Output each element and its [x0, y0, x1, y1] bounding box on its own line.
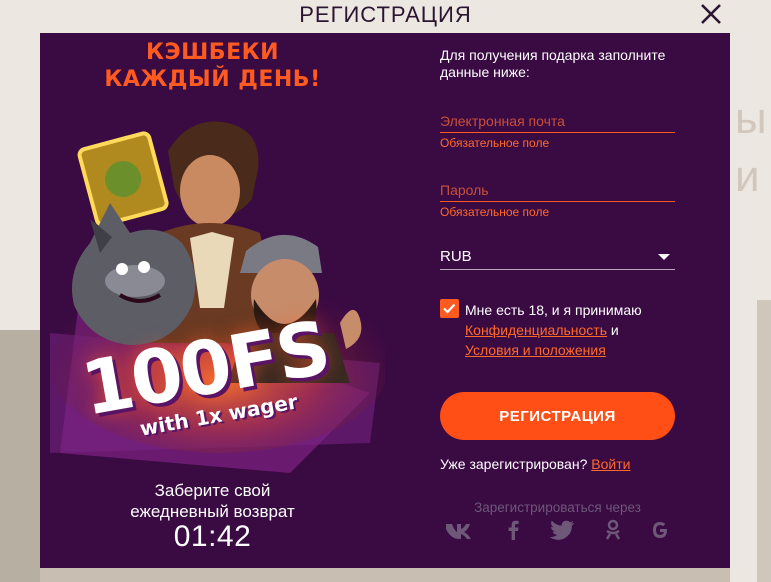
background-blurred-decor: ыи [735, 94, 767, 201]
promo-caption-line2: ежедневный возврат [130, 502, 295, 521]
twitter-icon[interactable] [550, 519, 576, 541]
terms-link[interactable]: Условия и положения [465, 342, 606, 358]
modal-header: РЕГИСТРАЦИЯ [0, 0, 771, 33]
social-signup-title: Зарегистрироваться через [474, 500, 641, 515]
password-field-group: Обязательное поле [440, 178, 675, 219]
login-prompt: Уже зарегистрирован? Войти [440, 456, 630, 472]
email-field-group: Обязательное поле [440, 109, 675, 150]
password-field[interactable] [440, 178, 675, 202]
promo-caption: Заберите свой ежедневный возврат [40, 480, 385, 522]
golden-card-icon [77, 131, 169, 227]
promo-headline-line1: КЭШБЕКИ [146, 40, 279, 65]
promo-headline: КЭШБЕКИ КАЖДЫЙ ДЕНЬ! [40, 39, 385, 93]
modal-title: РЕГИСТРАЦИЯ [299, 2, 472, 27]
consent-text-main: Мне есть 18, и я принимаю [465, 302, 642, 318]
registration-modal: КЭШБЕКИ КАЖДЫЙ ДЕНЬ! 100FS with 1x wager… [40, 33, 730, 568]
close-icon [701, 4, 721, 24]
background-left-panel [0, 330, 40, 582]
wolf-character-icon [72, 203, 196, 345]
register-button[interactable]: РЕГИСТРАЦИЯ [440, 392, 675, 440]
countdown-timer: 01:42 [173, 520, 252, 553]
promo-headline-line2: КАЖДЫЙ ДЕНЬ! [104, 67, 321, 92]
email-field[interactable] [440, 109, 675, 133]
login-prompt-text: Уже зарегистрирован? [440, 456, 588, 472]
promo-panel: КЭШБЕКИ КАЖДЫЙ ДЕНЬ! 100FS with 1x wager… [40, 33, 385, 568]
social-signup-row [440, 519, 675, 543]
consent-and: и [610, 322, 619, 338]
email-error-text: Обязательное поле [440, 136, 550, 150]
registration-form: Для получения подарка заполните данные н… [440, 33, 676, 568]
promo-caption-line1: Заберите свой [154, 481, 271, 500]
checkmark-icon [443, 303, 456, 314]
currency-selected-value: RUB [440, 248, 472, 265]
google-icon[interactable] [647, 519, 673, 541]
facebook-icon[interactable] [501, 519, 527, 541]
currency-select[interactable]: RUB [440, 245, 675, 270]
password-error-text: Обязательное поле [440, 205, 550, 219]
login-link[interactable]: Войти [591, 456, 630, 472]
consent-text: Мне есть 18, и я принимаю Конфиденциальн… [465, 300, 680, 360]
chevron-down-icon [658, 254, 670, 260]
form-intro-text: Для получения подарка заполните данные н… [440, 47, 666, 80]
vk-icon[interactable] [446, 519, 472, 541]
odnoklassniki-icon[interactable] [600, 519, 626, 541]
consent-checkbox[interactable] [440, 299, 459, 318]
background-bottom-strip [40, 568, 730, 582]
close-button[interactable] [698, 1, 724, 27]
privacy-link[interactable]: Конфиденциальность [465, 322, 607, 338]
background-right-panel [757, 300, 771, 582]
